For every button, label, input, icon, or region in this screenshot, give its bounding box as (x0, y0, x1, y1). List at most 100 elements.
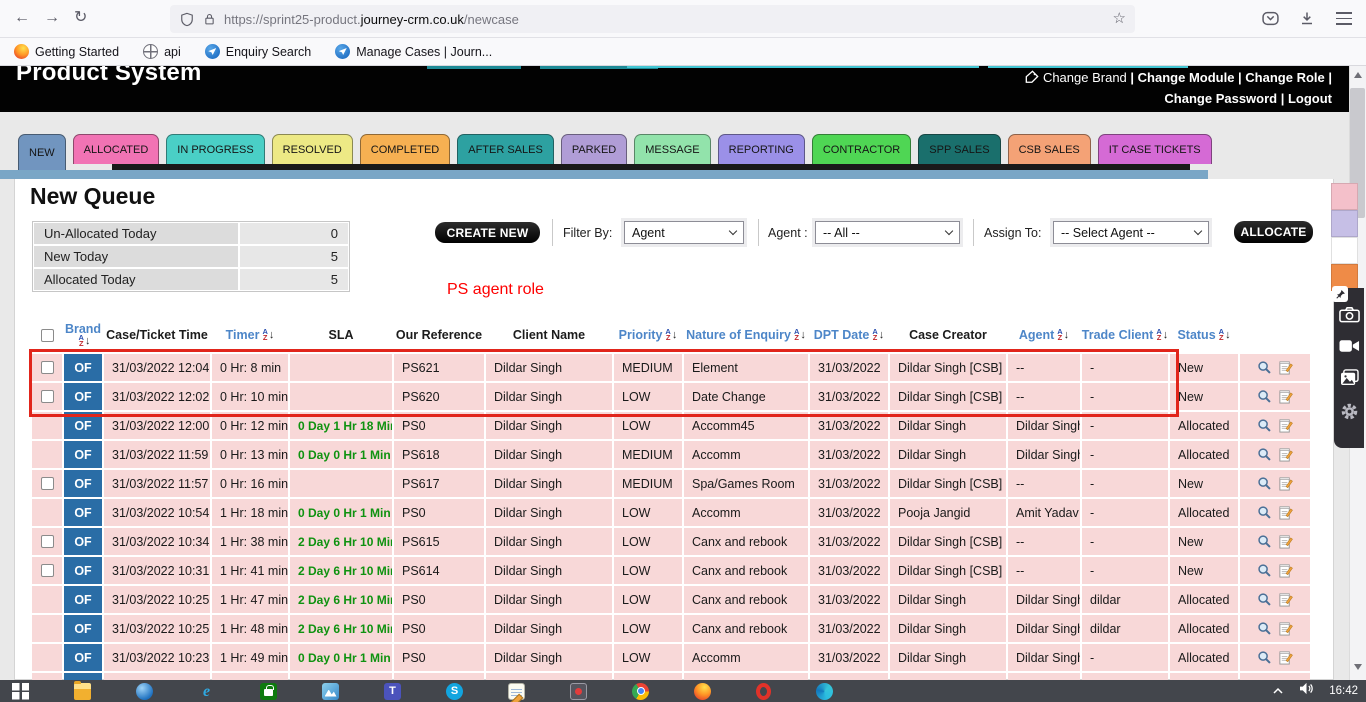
edit-case-icon[interactable] (1278, 592, 1293, 607)
view-case-icon[interactable] (1257, 592, 1272, 607)
assign-to-select[interactable]: -- Select Agent -- (1053, 221, 1209, 244)
edit-case-icon[interactable] (1278, 418, 1293, 433)
column-header-agent[interactable]: AgentAZ↓ (1008, 329, 1080, 342)
back-button[interactable]: ← (14, 8, 30, 28)
queue-tab[interactable]: MESSAGE (634, 134, 710, 164)
cell-brand[interactable]: OF (64, 383, 102, 410)
row-checkbox[interactable] (41, 361, 54, 374)
view-case-icon[interactable] (1257, 447, 1272, 462)
queue-tab[interactable]: IT CASE TICKETS (1098, 134, 1212, 164)
volume-icon[interactable] (1299, 682, 1314, 700)
column-header-nature[interactable]: Nature of EnquiryAZ↓ (684, 329, 808, 342)
cell-brand[interactable]: OF (64, 412, 102, 439)
queue-tab[interactable]: CONTRACTOR (812, 134, 911, 164)
edit-case-icon[interactable] (1278, 505, 1293, 520)
bookmark-item[interactable]: api (143, 44, 181, 59)
photos-icon[interactable] (322, 683, 339, 700)
microsoft-store-icon[interactable] (260, 683, 277, 700)
row-checkbox[interactable] (41, 390, 54, 403)
column-header-dpt-date[interactable]: DPT DateAZ↓ (810, 329, 888, 342)
thunderbird-icon[interactable] (136, 683, 153, 700)
opera-icon[interactable] (756, 683, 771, 700)
url-bar[interactable]: https://sprint25-product.journey-crm.co.… (170, 5, 1135, 33)
view-case-icon[interactable] (1257, 389, 1272, 404)
file-explorer-icon[interactable] (74, 683, 91, 700)
create-new-button[interactable]: CREATE NEW (435, 222, 540, 243)
queue-tab[interactable]: CSB SALES (1008, 134, 1091, 164)
chrome-icon[interactable] (632, 683, 649, 700)
edit-case-icon[interactable] (1278, 476, 1293, 491)
notepad-icon[interactable] (508, 683, 525, 700)
cell-brand[interactable]: OF (64, 470, 102, 497)
row-checkbox[interactable] (41, 564, 54, 577)
palette-swatch[interactable] (1331, 210, 1358, 237)
internet-explorer-icon[interactable] (198, 683, 215, 700)
change-brand-link[interactable]: Change Brand (1043, 70, 1127, 85)
gear-icon[interactable] (1340, 402, 1359, 426)
edit-case-icon[interactable] (1278, 447, 1293, 462)
column-header-brand[interactable]: BrandAZ↓ (64, 323, 102, 348)
agent-select[interactable]: -- All -- (815, 221, 960, 244)
pin-icon[interactable] (1332, 286, 1348, 302)
cell-brand[interactable]: OF (64, 673, 102, 680)
reload-button[interactable]: ↻ (74, 8, 87, 28)
start-icon[interactable] (12, 683, 29, 700)
queue-tab[interactable]: SPP SALES (918, 134, 1000, 164)
queue-tab[interactable]: PARKED (561, 134, 627, 164)
column-header-priority[interactable]: PriorityAZ↓ (614, 329, 682, 342)
column-header-status[interactable]: StatusAZ↓ (1170, 329, 1238, 342)
edge-icon[interactable] (816, 683, 833, 700)
edit-case-icon[interactable] (1278, 621, 1293, 636)
allocate-button[interactable]: ALLOCATE (1234, 221, 1313, 243)
edit-case-icon[interactable] (1278, 389, 1293, 404)
bookmark-item[interactable]: Enquiry Search (205, 44, 311, 59)
view-case-icon[interactable] (1257, 505, 1272, 520)
change-password-logout-links[interactable]: Change Password | Logout (1164, 91, 1332, 106)
queue-tab[interactable]: REPORTING (718, 134, 805, 164)
pocket-icon[interactable] (1262, 10, 1279, 32)
scroll-up-arrow[interactable] (1354, 72, 1362, 78)
edit-case-icon[interactable] (1278, 360, 1293, 375)
cell-brand[interactable]: OF (64, 354, 102, 381)
video-icon[interactable] (1339, 339, 1360, 358)
menu-icon[interactable] (1336, 12, 1352, 25)
cell-brand[interactable]: OF (64, 528, 102, 555)
view-case-icon[interactable] (1257, 563, 1272, 578)
screen-recorder-icon[interactable] (570, 683, 587, 700)
queue-tab[interactable]: AFTER SALES (457, 134, 554, 164)
change-module-role-links[interactable]: | Change Module | Change Role | (1130, 70, 1332, 85)
view-case-icon[interactable] (1257, 534, 1272, 549)
filter-by-select[interactable]: Agent (624, 221, 744, 244)
column-header-trade-client[interactable]: Trade ClientAZ↓ (1082, 329, 1168, 342)
select-all-checkbox[interactable] (41, 329, 54, 342)
view-case-icon[interactable] (1257, 360, 1272, 375)
shield-icon[interactable] (180, 12, 194, 27)
view-case-icon[interactable] (1257, 621, 1272, 636)
skype-icon[interactable] (446, 683, 463, 700)
cell-brand[interactable]: OF (64, 441, 102, 468)
row-checkbox[interactable] (41, 535, 54, 548)
edit-case-icon[interactable] (1278, 650, 1293, 665)
scroll-down-arrow[interactable] (1354, 664, 1362, 670)
teams-icon[interactable] (384, 683, 401, 700)
row-checkbox[interactable] (41, 477, 54, 490)
cell-brand[interactable]: OF (64, 615, 102, 642)
cell-brand[interactable]: OF (64, 586, 102, 613)
gallery-icon[interactable] (1340, 369, 1359, 391)
cell-brand[interactable]: OF (64, 644, 102, 671)
queue-tab[interactable]: COMPLETED (360, 134, 450, 164)
queue-tab[interactable]: RESOLVED (272, 134, 353, 164)
queue-tab[interactable]: NEW (18, 134, 66, 170)
camera-icon[interactable] (1339, 306, 1360, 328)
forward-button[interactable]: → (44, 8, 60, 28)
cell-brand[interactable]: OF (64, 557, 102, 584)
view-case-icon[interactable] (1257, 476, 1272, 491)
palette-swatch[interactable] (1331, 237, 1358, 264)
cell-brand[interactable]: OF (64, 499, 102, 526)
tray-expand-icon[interactable] (1272, 682, 1284, 700)
edit-case-icon[interactable] (1278, 534, 1293, 549)
view-case-icon[interactable] (1257, 650, 1272, 665)
bookmark-star-icon[interactable]: ☆ (1113, 9, 1126, 27)
downloads-icon[interactable] (1299, 10, 1315, 32)
edit-case-icon[interactable] (1278, 563, 1293, 578)
